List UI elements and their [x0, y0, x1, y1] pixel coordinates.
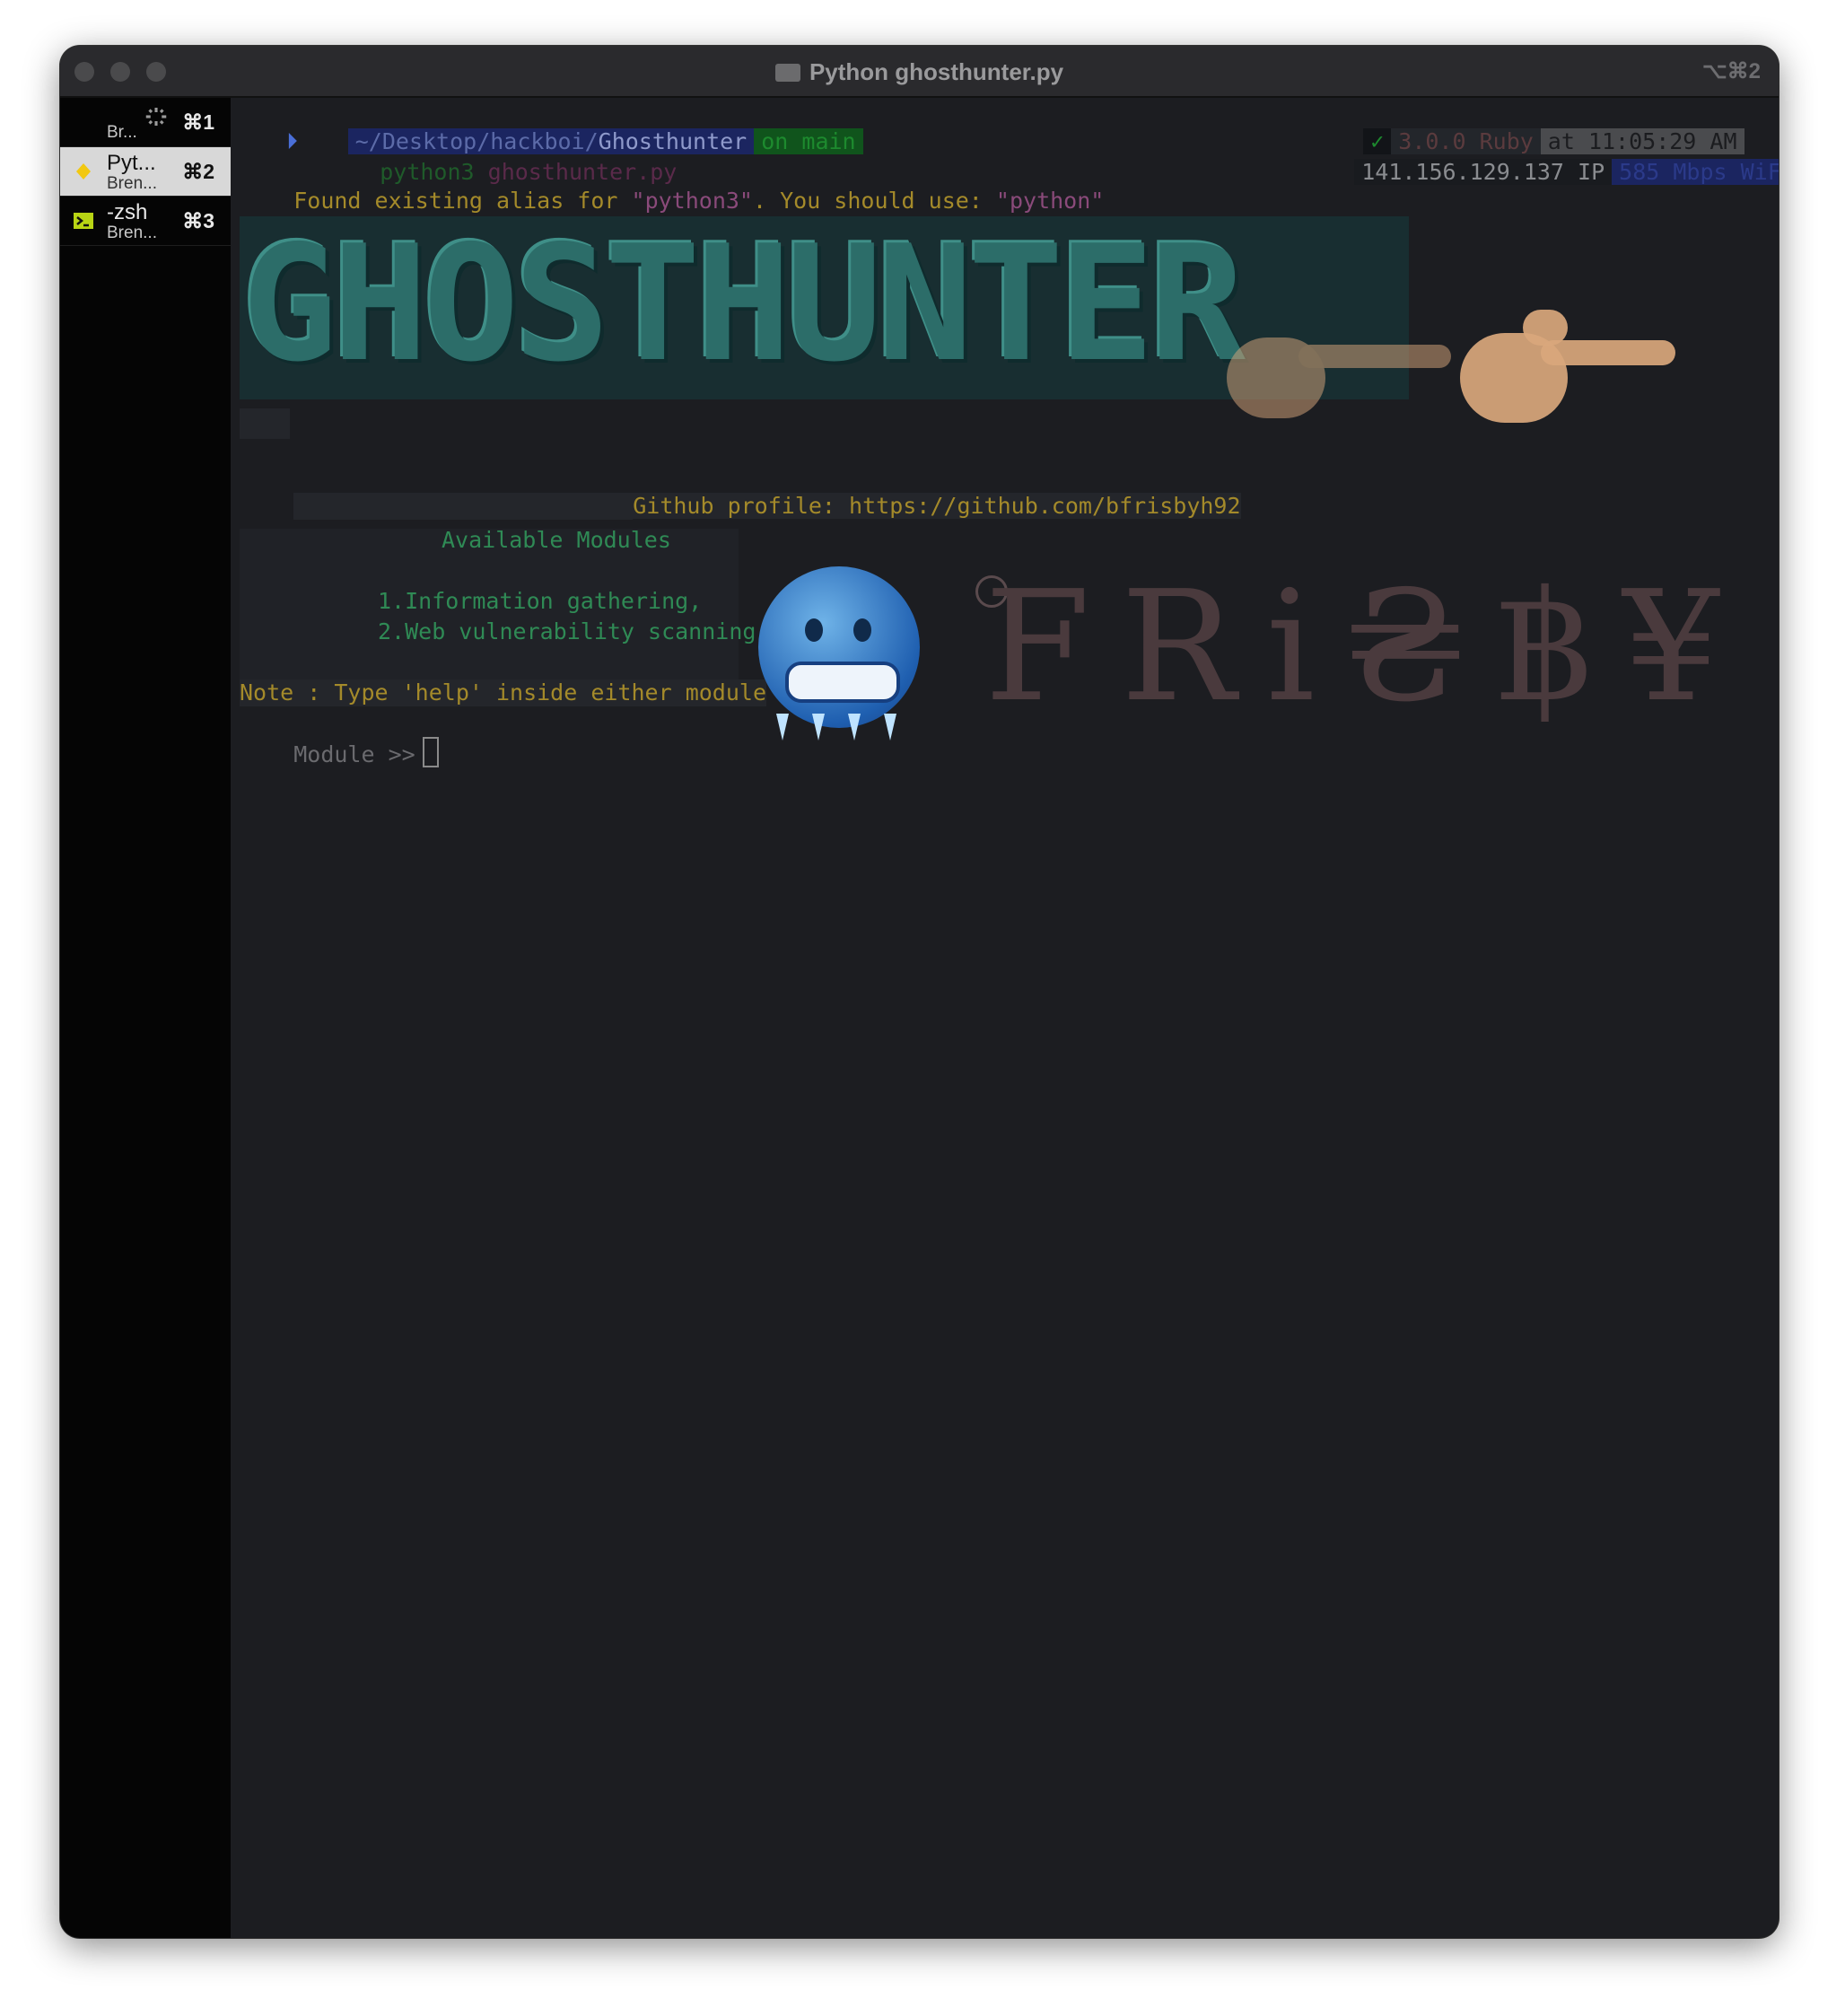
ip-address: 141.156.129.137 IP: [1354, 159, 1613, 185]
window-shortcut: ⌥⌘2: [1701, 59, 1761, 83]
modules-heading: Available Modules: [442, 527, 671, 553]
folder-icon: [774, 64, 800, 82]
tab-shortcut: ⌘2: [182, 160, 214, 183]
frisby-signature: FRi₴฿¥: [984, 558, 1751, 736]
tab-sidebar: Br... ⌘1 Pyt... Bren... ⌘2 -zsh Bren... …: [60, 98, 231, 1938]
prompt-right-network: 141.156.129.137 IP 585 Mbps WiFi: [1300, 132, 1779, 213]
tab-3[interactable]: -zsh Bren... ⌘3: [60, 197, 231, 246]
freezing-face-icon: [758, 566, 920, 741]
spinner-icon: [145, 108, 167, 126]
prompt-git: on main: [754, 128, 863, 154]
module-item[interactable]: 1.Information gathering,: [378, 588, 702, 615]
terminal-window: Python ghosthunter.py ⌥⌘2 Br... ⌘1 Pyt..…: [60, 46, 1779, 1938]
window-title: Python ghosthunter.py: [60, 58, 1779, 86]
python-icon: [76, 163, 91, 180]
tab-2[interactable]: Pyt... Bren... ⌘2: [60, 147, 231, 197]
tab-subtitle: Br...: [107, 123, 137, 142]
pointing-hand-icon: [1227, 302, 1451, 418]
tab-title: Pyt...: [107, 151, 156, 175]
note-line: Note : Type 'help' inside either module: [240, 679, 766, 706]
module-item[interactable]: 2.Web vulnerability scanning,: [378, 618, 770, 645]
text-cursor: [422, 737, 439, 767]
banner-block: [240, 408, 290, 439]
tab-shortcut: ⌘1: [182, 110, 214, 134]
tab-1[interactable]: Br... ⌘1: [60, 98, 231, 147]
tab-subtitle: Bren...: [107, 224, 157, 242]
tab-shortcut: ⌘3: [182, 209, 214, 232]
wifi-speed: 585 Mbps WiFi: [1612, 159, 1779, 185]
module-input-line[interactable]: Module >>: [240, 710, 439, 795]
pointing-hand-icon: [1460, 297, 1675, 423]
github-profile[interactable]: Github profile: https://github.com/bfris…: [633, 493, 1241, 519]
terminal-icon: [74, 213, 93, 229]
prompt-arrow-icon: ⏵: [286, 128, 298, 154]
ghosthunter-banner: GHOSTHUNTER: [241, 211, 1246, 397]
title-bar: Python ghosthunter.py ⌥⌘2: [60, 46, 1779, 98]
tab-subtitle: Bren...: [107, 174, 157, 193]
tab-title: -zsh: [107, 200, 148, 224]
